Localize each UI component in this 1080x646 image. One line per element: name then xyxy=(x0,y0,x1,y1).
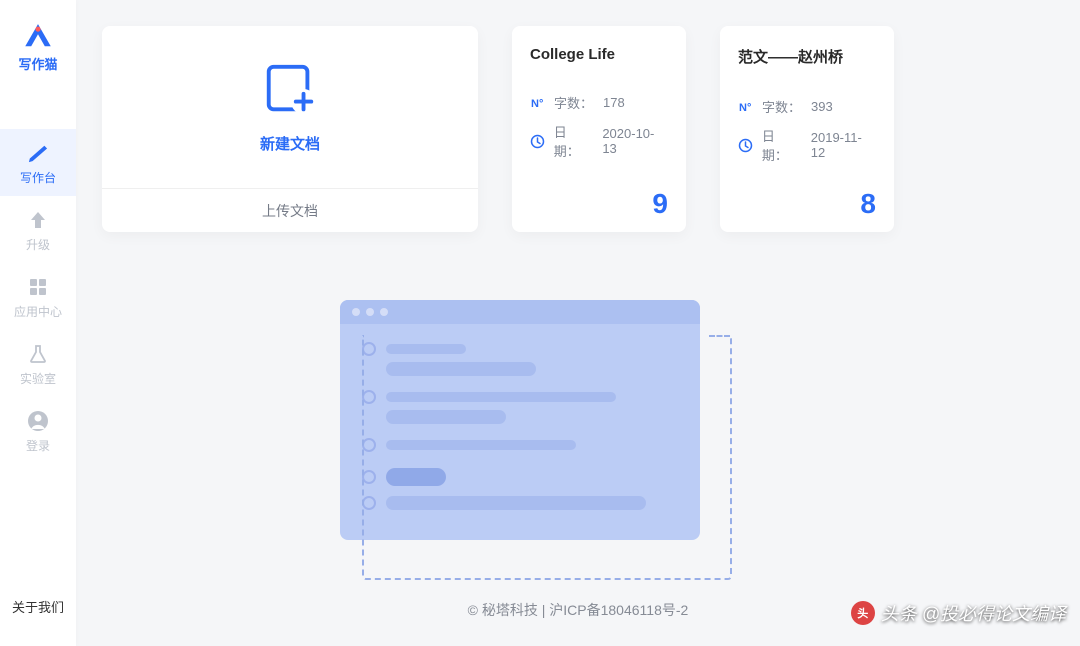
new-document-card: 新建文档 上传文档 xyxy=(102,26,478,232)
flask-icon xyxy=(26,342,50,366)
date-label: 日期： xyxy=(762,126,801,164)
user-icon xyxy=(26,409,50,433)
clock-icon xyxy=(530,133,546,149)
date-value: 2019-11-12 xyxy=(811,130,876,160)
svg-text:N°: N° xyxy=(739,102,751,114)
wordcount-label: 字数： xyxy=(554,93,593,112)
document-score: 8 xyxy=(860,188,876,220)
document-wordcount-row: N° 字数： 178 xyxy=(530,93,668,112)
cards-row: 新建文档 上传文档 College Life N° 字数： 178 日期： 20… xyxy=(102,26,1054,232)
document-title: 范文——赵州桥 xyxy=(738,46,876,67)
wordcount-icon: N° xyxy=(530,95,546,111)
sidebar-item-label: 升级 xyxy=(26,236,50,253)
sidebar-item-apps[interactable]: 应用中心 xyxy=(0,263,76,330)
document-date-row: 日期： 2019-11-12 xyxy=(738,126,876,164)
wordcount-value: 178 xyxy=(603,95,625,110)
brand-logo[interactable]: 写作猫 xyxy=(18,22,57,73)
document-title: College Life xyxy=(530,46,668,63)
document-card[interactable]: College Life N° 字数： 178 日期： 2020-10-13 9 xyxy=(512,26,686,232)
new-doc-icon xyxy=(261,61,319,119)
sidebar: 写作猫 写作台 升级 应用中心 实验室 xyxy=(0,0,76,646)
sidebar-item-label: 实验室 xyxy=(20,370,56,387)
date-value: 2020-10-13 xyxy=(602,126,668,156)
clock-icon xyxy=(738,137,754,153)
sidebar-nav: 写作台 升级 应用中心 实验室 登录 xyxy=(0,129,76,464)
create-document-label: 新建文档 xyxy=(260,133,320,154)
wordcount-icon: N° xyxy=(738,99,754,115)
watermark: 头 头条 @投必得论文编译 xyxy=(851,600,1066,626)
date-label: 日期： xyxy=(554,122,593,160)
document-date-row: 日期： 2020-10-13 xyxy=(530,122,668,160)
upload-document-button[interactable]: 上传文档 xyxy=(102,188,478,232)
sidebar-item-label: 写作台 xyxy=(20,169,56,186)
svg-text:N°: N° xyxy=(531,98,543,110)
watermark-logo-icon: 头 xyxy=(851,601,875,625)
sidebar-item-upgrade[interactable]: 升级 xyxy=(0,196,76,263)
create-document-button[interactable]: 新建文档 xyxy=(102,26,478,188)
sidebar-item-label: 应用中心 xyxy=(14,303,62,320)
upgrade-icon xyxy=(26,208,50,232)
sidebar-item-login[interactable]: 登录 xyxy=(0,397,76,464)
logo-icon xyxy=(21,22,55,50)
edit-icon xyxy=(26,141,50,165)
apps-icon xyxy=(26,275,50,299)
about-link[interactable]: 关于我们 xyxy=(0,597,76,616)
illustration-dashed-frame xyxy=(362,335,732,580)
watermark-text: 头条 @投必得论文编译 xyxy=(881,600,1066,626)
document-card[interactable]: 范文——赵州桥 N° 字数： 393 日期： 2019-11-12 8 xyxy=(720,26,894,232)
wordcount-value: 393 xyxy=(811,99,833,114)
sidebar-item-label: 登录 xyxy=(26,437,50,454)
wordcount-label: 字数： xyxy=(762,97,801,116)
document-score: 9 xyxy=(652,188,668,220)
document-wordcount-row: N° 字数： 393 xyxy=(738,97,876,116)
upload-document-label: 上传文档 xyxy=(262,201,318,221)
brand-name: 写作猫 xyxy=(18,54,57,73)
sidebar-item-lab[interactable]: 实验室 xyxy=(0,330,76,397)
sidebar-item-workspace[interactable]: 写作台 xyxy=(0,129,76,196)
